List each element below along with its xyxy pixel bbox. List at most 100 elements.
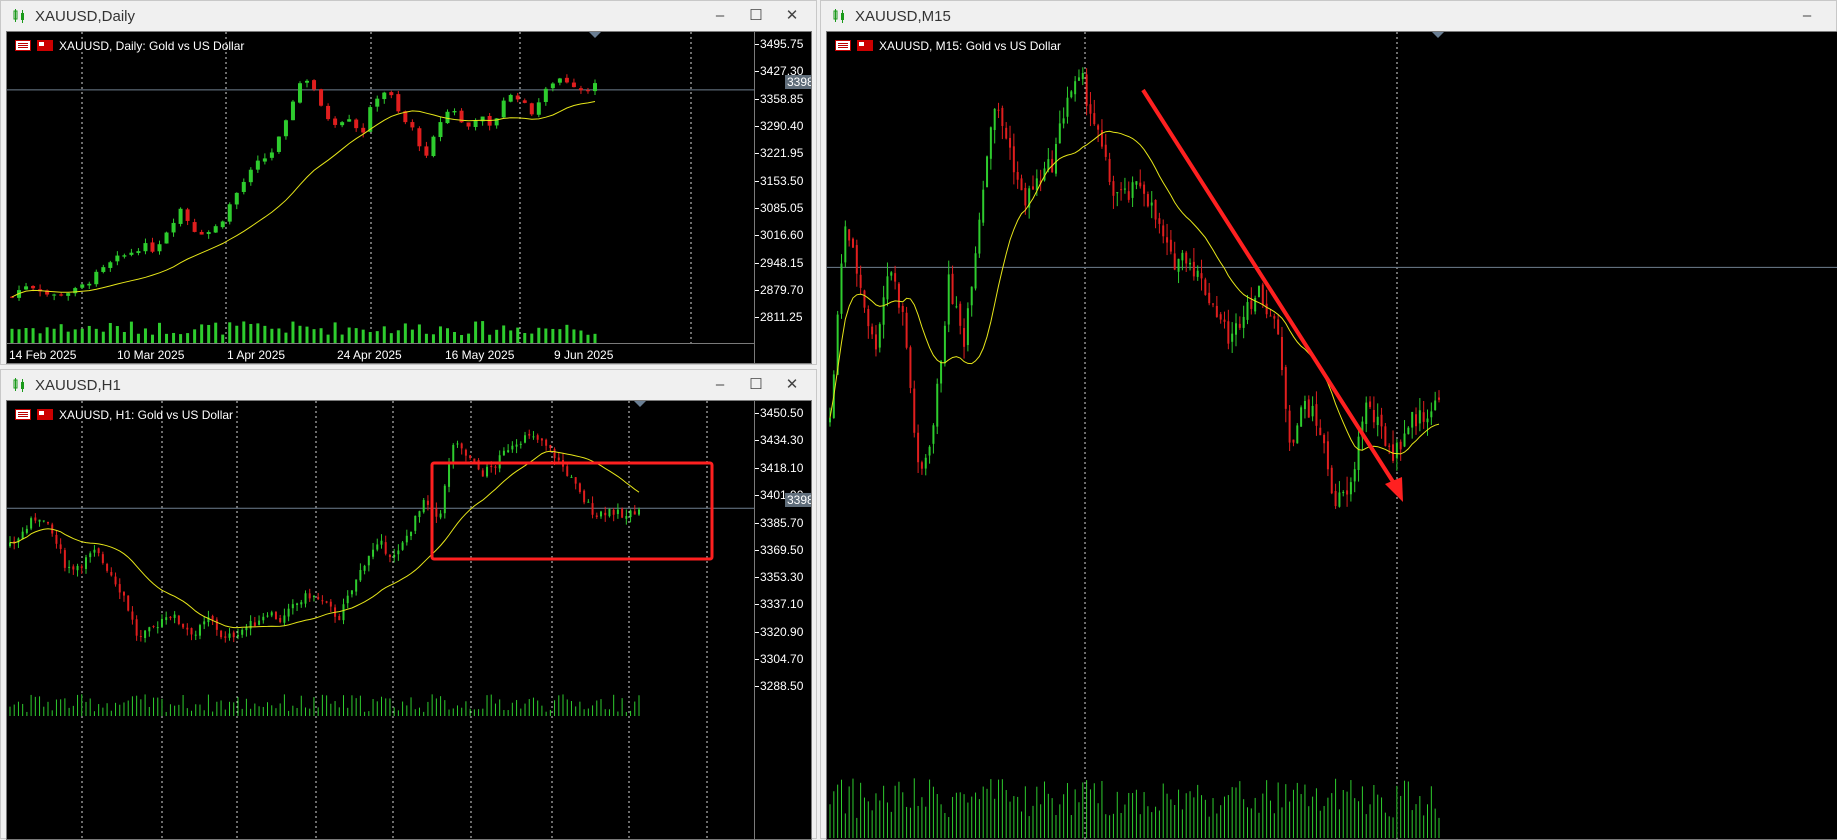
candle-body [959, 303, 962, 326]
candle-body [940, 361, 943, 384]
h1-chart-window[interactable]: XAUUSD,H1 – ☐ ✕ XAUUSD, H1: Gold vs US D… [0, 369, 817, 840]
maximize-button[interactable]: ☐ [745, 374, 767, 396]
y-tick: 3153.50 [754, 174, 804, 188]
candle-body [136, 251, 141, 254]
candle-body [367, 555, 370, 566]
candle-body [94, 271, 99, 285]
candle-body [296, 603, 299, 606]
candle-body [198, 625, 201, 636]
chart-symbol-description: XAUUSD, M15: Gold vs US Dollar [879, 39, 1062, 53]
candle-body [1235, 323, 1237, 335]
candle-body [571, 82, 576, 88]
daily-chart-window[interactable]: XAUUSD,Daily – ☐ ✕ XAUUSD, Daily: Gold v… [0, 0, 817, 365]
candle-body [414, 515, 417, 531]
candle-body [878, 324, 881, 348]
candle-body [1032, 186, 1034, 190]
h1-chart-area[interactable]: XAUUSD, H1: Gold vs US Dollar 3450.50 34… [6, 400, 812, 840]
minimize-button[interactable]: – [709, 374, 731, 396]
candle-body [1135, 181, 1138, 185]
candle-body [258, 620, 261, 625]
candle-body [66, 293, 71, 296]
candle-body [529, 103, 534, 115]
candle-body [304, 593, 307, 604]
symbol-flag-icon [37, 40, 53, 51]
candle-body [1169, 239, 1172, 252]
candle-body [46, 521, 49, 524]
candle-body [1369, 401, 1372, 408]
candle-body [570, 476, 573, 478]
maximize-button[interactable]: ☐ [745, 5, 767, 27]
daily-candles[interactable] [7, 32, 812, 364]
candle-body [173, 614, 176, 618]
minimize-button[interactable]: – [709, 5, 731, 27]
candle-body [1315, 404, 1318, 426]
close-button[interactable]: ✕ [781, 5, 803, 27]
candle-body [452, 445, 455, 463]
candle-body [578, 88, 583, 91]
candle-body [947, 274, 950, 325]
m15-chart-area[interactable]: XAUUSD, M15: Gold vs US Dollar [826, 31, 1837, 840]
chart-shift-marker[interactable] [589, 32, 601, 38]
chart-shift-marker[interactable] [634, 401, 646, 407]
candle-body [508, 94, 513, 102]
candle-body [1093, 113, 1096, 125]
candle-body [129, 252, 134, 255]
candle-body [917, 432, 920, 463]
candle-body [1238, 323, 1241, 328]
candle-body [435, 508, 438, 517]
candle-body [1227, 321, 1230, 344]
m15-chart-window[interactable]: XAUUSD,M15 – XAUUSD, M15: Gold vs US Dol… [820, 0, 1837, 840]
time-axis[interactable]: 14 Feb 2025 10 Mar 2025 1 Apr 2025 24 Ap… [7, 343, 754, 363]
candlestick-chart-icon [833, 9, 844, 23]
candle-body [591, 503, 594, 515]
candle-body [283, 120, 288, 137]
m15-candles[interactable] [827, 32, 1837, 840]
candle-body [583, 490, 586, 503]
candle-body [1288, 410, 1291, 443]
candle-body [993, 108, 996, 131]
candle-body [171, 222, 176, 233]
daily-chart-area[interactable]: XAUUSD, Daily: Gold vs US Dollar 3495.75… [6, 31, 812, 364]
candle-body [1307, 399, 1310, 418]
candle-body [1430, 411, 1433, 418]
candle-body [1380, 414, 1383, 427]
candle-body [456, 443, 459, 445]
candle-body [1223, 319, 1226, 322]
candle-body [612, 509, 615, 515]
candle-body [524, 435, 527, 443]
minimize-button[interactable]: – [1796, 5, 1818, 27]
candle-body [553, 449, 556, 459]
price-axis[interactable]: 3495.75 3427.30 3358.85 3290.40 3221.95 … [754, 32, 811, 363]
candle-body [1292, 439, 1295, 443]
candle-body [1066, 97, 1069, 117]
candle-body [978, 219, 981, 254]
candle-body [564, 77, 569, 83]
candle-body [234, 192, 239, 205]
candle-body [76, 565, 79, 571]
candle-body [486, 466, 489, 477]
candle-body [1089, 104, 1092, 114]
candle-body [1265, 303, 1268, 315]
candle-body [1131, 182, 1134, 198]
candle-body [59, 294, 64, 296]
chart-shift-marker[interactable] [1432, 32, 1444, 38]
candle-body [401, 542, 404, 550]
price-axis[interactable]: 3450.50 3434.30 3418.10 3401.90 3385.70 … [754, 401, 811, 839]
close-button[interactable]: ✕ [781, 374, 803, 396]
candle-body [1070, 91, 1073, 98]
y-tick: 3085.05 [754, 201, 804, 215]
candle-body [122, 592, 125, 596]
candle-body [228, 633, 231, 638]
daily-titlebar[interactable]: XAUUSD,Daily – ☐ ✕ [1, 1, 816, 31]
candle-body [1250, 300, 1253, 309]
h1-titlebar[interactable]: XAUUSD,H1 – ☐ ✕ [1, 370, 816, 400]
candle-body [220, 221, 225, 228]
candle-body [1296, 425, 1299, 444]
m15-titlebar[interactable]: XAUUSD,M15 – [821, 1, 1836, 31]
candle-body [72, 566, 75, 570]
candle-body [1219, 314, 1222, 320]
h1-candles[interactable] [7, 401, 812, 840]
candle-body [1257, 286, 1260, 298]
candle-body [342, 604, 345, 621]
candle-body [1077, 77, 1080, 81]
